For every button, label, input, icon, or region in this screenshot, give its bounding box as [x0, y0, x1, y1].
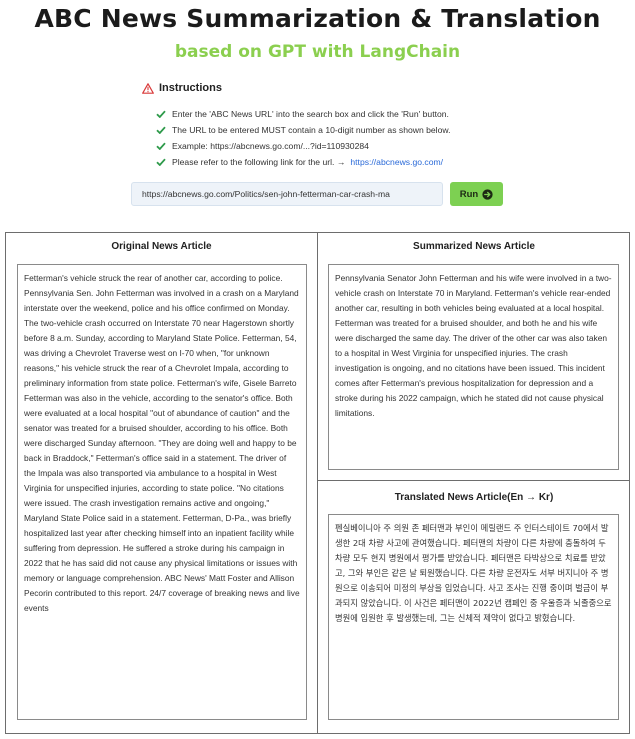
page-subtitle: based on GPT with LangChain	[174, 42, 461, 62]
check-icon	[156, 158, 166, 166]
summarized-article-text: Pennsylvania Senator John Fetterman and …	[328, 264, 619, 470]
abc-news-link[interactable]: https://abcnews.go.com/	[350, 157, 443, 167]
instruction-item: Example: https://abcnews.go.com/...?id=1…	[156, 138, 451, 154]
instruction-item: Please refer to the following link for t…	[156, 154, 451, 170]
check-icon	[156, 110, 166, 118]
instruction-text: Please refer to the following link for t…	[172, 157, 346, 167]
instruction-text: Example: https://abcnews.go.com/...?id=1…	[172, 141, 369, 151]
summarized-article-title: Summarized News Article	[413, 241, 535, 252]
row-divider	[318, 480, 630, 481]
instruction-text: Enter the 'ABC News URL' into the search…	[172, 109, 449, 119]
url-input[interactable]	[131, 182, 443, 206]
instructions-list: Enter the 'ABC News URL' into the search…	[156, 106, 451, 170]
translated-article-title: Translated News Article(En → Kr)	[394, 492, 554, 503]
check-icon	[156, 126, 166, 134]
instruction-item: Enter the 'ABC News URL' into the search…	[156, 106, 451, 122]
column-divider	[317, 232, 318, 734]
run-button[interactable]: Run	[450, 182, 503, 206]
check-icon	[156, 142, 166, 150]
original-article-title: Original News Article	[111, 241, 212, 252]
instruction-text: The URL to be entered MUST contain a 10-…	[172, 125, 451, 135]
translated-article-text: 펜실베이니아 주 의원 존 페터맨과 부인이 메릴랜드 주 인터스테이트 70에…	[328, 514, 619, 720]
run-button-label: Run	[459, 188, 479, 200]
original-article-text: Fetterman's vehicle struck the rear of a…	[17, 264, 307, 720]
warning-icon	[142, 82, 154, 94]
arrow-right-circle-icon	[482, 188, 493, 200]
page-title: ABC News Summarization & Translation	[34, 4, 601, 33]
instruction-item: The URL to be entered MUST contain a 10-…	[156, 122, 451, 138]
instructions-heading: Instructions	[142, 82, 222, 94]
instructions-heading-label: Instructions	[159, 82, 222, 94]
